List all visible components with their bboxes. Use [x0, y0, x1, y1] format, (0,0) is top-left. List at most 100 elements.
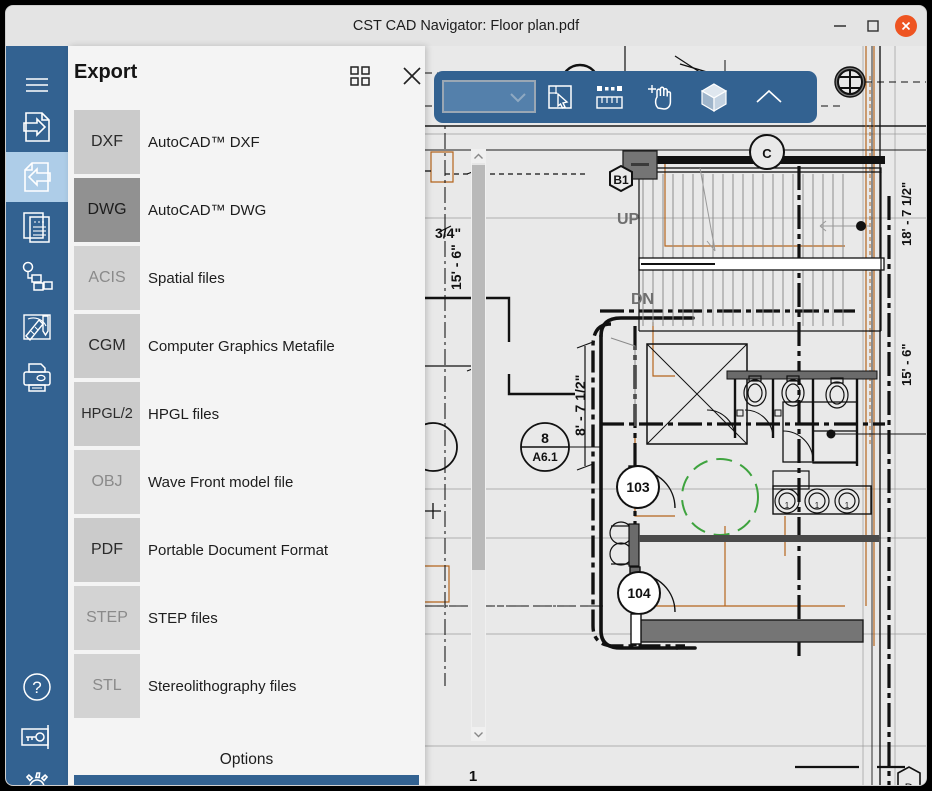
format-row-dxf[interactable]: DXF AutoCAD™ DXF: [74, 108, 404, 176]
format-label: Spatial files: [148, 269, 225, 287]
sidebar-item-measure[interactable]: [6, 302, 68, 352]
format-row-pdf[interactable]: PDF Portable Document Format: [74, 516, 404, 584]
right-edge-dimensions-2: 15' - 6": [899, 344, 914, 387]
door-tag-104-label: 104: [627, 585, 651, 601]
stair-dn-label: DN: [631, 291, 654, 308]
ruler-pencil-icon: [23, 314, 51, 342]
sidebar-item-pages[interactable]: [6, 202, 68, 252]
format-row-dwg[interactable]: DWG AutoCAD™ DWG: [74, 176, 404, 244]
pan-hand-icon: [648, 85, 672, 110]
stair-up-label: UP: [617, 211, 640, 228]
sidebar-item-help[interactable]: ?: [6, 662, 68, 712]
format-tag: OBJ: [74, 450, 140, 514]
minimize-icon: [834, 25, 846, 27]
license-key-icon: [21, 725, 49, 749]
chevron-up-icon: [474, 153, 483, 159]
application-window: CST CAD Navigator: Floor plan.pdf 1 1 1 …: [6, 6, 926, 785]
ruler-icon: [596, 86, 623, 109]
svg-text:1: 1: [469, 768, 477, 785]
equipment-symbol: [834, 66, 866, 98]
format-row-cgm[interactable]: CGM Computer Graphics Metafile: [74, 312, 404, 380]
maximize-icon: [867, 20, 879, 32]
detail-callout: 8 A6.1: [520, 422, 570, 472]
question-circle-icon: ?: [23, 673, 51, 701]
model-3d-tool-button[interactable]: [694, 79, 734, 115]
svg-text:18' - 7 1/2": 18' - 7 1/2": [899, 182, 914, 246]
options-button[interactable]: Options: [74, 744, 419, 776]
right-edge-dimensions: 18' - 7 1/2": [899, 182, 914, 246]
title-bar: CST CAD Navigator: Floor plan.pdf: [6, 6, 926, 46]
format-row-acis[interactable]: ACIS Spatial files: [74, 244, 404, 312]
format-tag: DXF: [74, 110, 140, 174]
minimize-button[interactable]: [829, 15, 851, 37]
format-label: Portable Document Format: [148, 541, 329, 559]
maximize-button[interactable]: [862, 15, 884, 37]
close-panel-button[interactable]: [400, 64, 424, 88]
fixture-label-2: 1: [815, 501, 820, 510]
sidebar-item-settings[interactable]: [6, 762, 68, 785]
export-panel-header: Export: [68, 46, 425, 104]
format-label: AutoCAD™ DXF: [148, 133, 260, 151]
floating-toolbar: [434, 71, 817, 123]
chevron-down-icon: [474, 731, 483, 737]
svg-text:D: D: [905, 781, 914, 785]
view-select-dropdown[interactable]: [442, 80, 536, 113]
scroll-up-button[interactable]: [471, 149, 486, 163]
gear-icon: [25, 772, 49, 785]
left-icon-rail: ?: [6, 46, 68, 785]
export-format-list[interactable]: DXF AutoCAD™ DXF DWG AutoCAD™ DWG ACIS Spatia…: [74, 108, 419, 740]
collapse-toolbar-button[interactable]: [749, 79, 789, 115]
format-row-step[interactable]: STEP STEP files: [74, 584, 404, 652]
printer-icon: [23, 363, 51, 392]
format-label: Stereolithography files: [148, 677, 297, 695]
format-label: STEP files: [148, 609, 218, 627]
chevron-up-icon: [756, 89, 782, 103]
format-tag: CGM: [74, 314, 140, 378]
tree-structure-icon: [22, 261, 53, 291]
select-cursor-icon: [548, 85, 572, 109]
detail-sheet-label: A6.1: [532, 450, 558, 464]
format-row-stl[interactable]: STL Stereolithography files: [74, 652, 404, 720]
grid-view-button[interactable]: [348, 64, 372, 88]
sidebar-item-print[interactable]: [6, 352, 68, 402]
window-title: CST CAD Navigator: Floor plan.pdf: [352, 18, 580, 34]
cad-drawing-canvas[interactable]: 1 1 1 103 104 3/4" 15' - 6" 8' - 7 1/2" …: [425, 46, 926, 785]
dim-label-vertical-1: 15' - 6": [448, 244, 464, 290]
sidebar-item-license[interactable]: [6, 712, 68, 762]
sidebar-item-structure[interactable]: [6, 252, 68, 302]
grid-tag-b1: B1: [609, 164, 633, 193]
format-list-scrollbar[interactable]: [471, 149, 486, 741]
svg-text:15' - 6": 15' - 6": [899, 344, 914, 387]
format-row-obj[interactable]: OBJ Wave Front model file: [74, 448, 404, 516]
main-body: 1 1 1 103 104 3/4" 15' - 6" 8' - 7 1/2" …: [6, 46, 926, 785]
sidebar-item-export[interactable]: [6, 152, 68, 202]
door-tag-103-label: 103: [626, 479, 650, 495]
format-tag: PDF: [74, 518, 140, 582]
grid-tag-c: C: [749, 134, 785, 170]
pan-tool-button[interactable]: [641, 79, 681, 115]
scrollbar-thumb[interactable]: [472, 165, 485, 570]
close-window-button[interactable]: [895, 15, 917, 37]
hamburger-menu-icon: [26, 78, 48, 92]
format-tag: HPGL/2: [74, 382, 140, 446]
dim-label-vertical-2: 8' - 7 1/2": [572, 375, 588, 436]
scroll-down-button[interactable]: [471, 727, 486, 741]
fixture-label-3: 1: [845, 501, 850, 510]
grid-view-icon: [350, 66, 370, 86]
svg-text:B1: B1: [613, 173, 629, 187]
page-title: Export: [74, 61, 138, 83]
svg-text:C: C: [762, 146, 772, 161]
chevron-down-icon: [508, 90, 528, 109]
select-tool-button[interactable]: [540, 79, 580, 115]
measure-tool-button[interactable]: [589, 79, 629, 115]
format-tag: ACIS: [74, 246, 140, 310]
format-row-hpgl-2[interactable]: HPGL/2 HPGL files: [74, 380, 404, 448]
documents-icon: [23, 212, 50, 243]
format-label: Wave Front model file: [148, 473, 294, 491]
format-label: AutoCAD™ DWG: [148, 201, 267, 219]
import-file-icon: [23, 112, 50, 142]
save-button[interactable]: Save: [74, 775, 419, 785]
dim-label-fraction: 3/4": [435, 225, 461, 241]
sidebar-item-import[interactable]: [6, 102, 68, 152]
cube-icon: [700, 83, 728, 113]
